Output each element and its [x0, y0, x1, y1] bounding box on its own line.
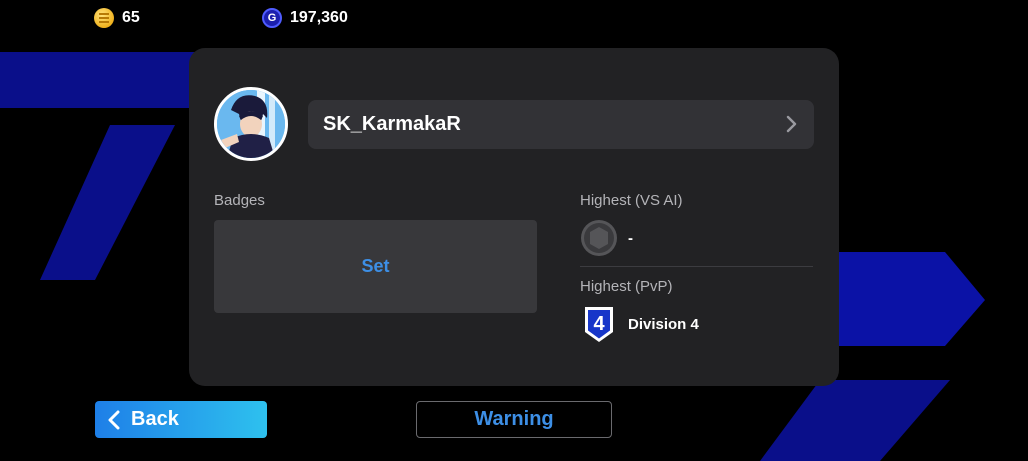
chevron-right-icon	[786, 115, 797, 133]
chevron-left-icon	[108, 410, 120, 429]
stripe-right	[820, 252, 985, 346]
empty-rank-icon	[581, 220, 617, 256]
highest-vs-ai-row: -	[580, 219, 633, 257]
coin-icon	[94, 8, 114, 28]
division-badge-icon: 4	[585, 307, 613, 342]
stripe-diagonal-left	[40, 125, 175, 280]
username-field[interactable]: SK_KarmakaR	[308, 100, 814, 149]
stripe-bottom-right	[760, 380, 950, 461]
coins-counter: 65	[94, 8, 140, 28]
gp-value: 197,360	[290, 9, 348, 26]
highest-vs-ai-value: -	[628, 229, 633, 247]
gp-icon: G	[262, 8, 282, 28]
divider	[580, 266, 813, 267]
highest-pvp-row: 4 Division 4	[582, 304, 699, 344]
stripe-top-left	[0, 52, 200, 108]
highest-pvp-label: Highest (PvP)	[580, 278, 673, 295]
highest-vs-ai-label: Highest (VS AI)	[580, 192, 683, 209]
back-label: Back	[131, 408, 179, 430]
badges-label: Badges	[214, 192, 265, 209]
avatar-image	[217, 90, 285, 158]
coins-value: 65	[122, 9, 140, 26]
avatar[interactable]	[214, 87, 288, 161]
set-badges-button[interactable]: Set	[214, 220, 537, 313]
highest-pvp-value: Division 4	[628, 315, 699, 333]
back-button[interactable]: Back	[95, 401, 267, 438]
division-number: 4	[593, 313, 605, 335]
warning-label: Warning	[474, 408, 554, 430]
set-badges-label: Set	[361, 256, 390, 276]
username-text: SK_KarmakaR	[323, 113, 461, 135]
profile-screen: 65 G 197,360 SK_KarmakaR Badges Set High…	[0, 0, 1028, 461]
profile-card: SK_KarmakaR Badges Set Highest (VS AI) -…	[189, 48, 839, 386]
warning-button[interactable]: Warning	[416, 401, 612, 438]
gp-counter: G 197,360	[262, 8, 348, 28]
